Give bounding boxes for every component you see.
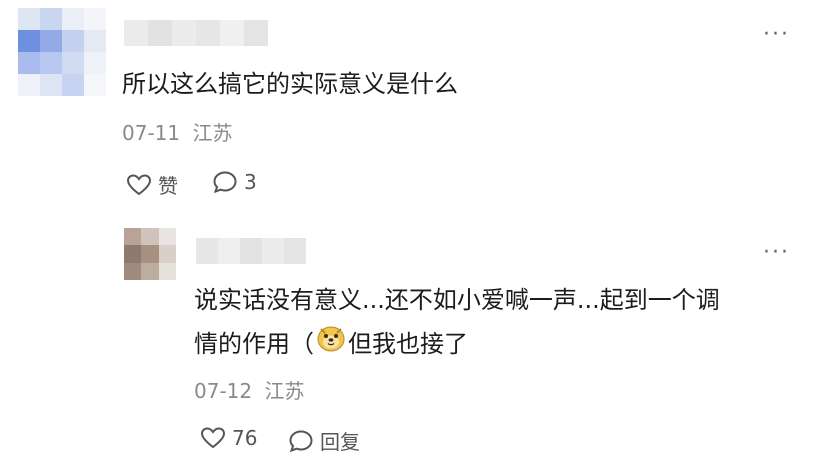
reply-text: 说实话没有意义...还不如小爱喊一声...起到一个调 情的作用（ 但我也接了 (194, 278, 804, 367)
comment-bubble-icon (288, 429, 314, 453)
reply-reply-button[interactable]: 回复 (288, 426, 360, 455)
reply-text-line2: 情的作用（ 但我也接了 (194, 322, 804, 367)
comment-location: 江苏 (192, 121, 233, 145)
comment-text: 所以这么搞它的实际意义是什么 (122, 70, 458, 98)
heart-icon (126, 173, 152, 197)
comment-meta: 07-11 江苏 (122, 120, 232, 146)
comment-more-button[interactable]: ··· (763, 24, 790, 46)
comment-like-button[interactable]: 赞 (126, 170, 178, 199)
reply-meta: 07-12 江苏 (194, 378, 304, 404)
reply-date: 07-12 (194, 379, 253, 403)
reply-avatar[interactable] (124, 228, 176, 280)
like-label: 赞 (158, 174, 178, 198)
reply-location: 江苏 (264, 379, 305, 403)
reply-count: 3 (244, 170, 257, 194)
reply-username[interactable] (196, 238, 306, 264)
reply-label: 回复 (320, 430, 360, 454)
comment-username[interactable] (124, 20, 268, 46)
reply-more-button[interactable]: ··· (763, 242, 790, 264)
reply-text-line1: 说实话没有意义...还不如小爱喊一声...起到一个调 (194, 286, 720, 314)
doge-face-emoji-icon (316, 323, 346, 367)
comment-date: 07-11 (122, 121, 181, 145)
comment-reply-button[interactable]: 3 (212, 170, 257, 194)
comment-avatar[interactable] (18, 8, 106, 96)
reply-like-button[interactable]: 76 (200, 426, 257, 450)
like-count: 76 (232, 426, 258, 450)
heart-icon (200, 426, 226, 450)
comment-bubble-icon (212, 170, 238, 194)
